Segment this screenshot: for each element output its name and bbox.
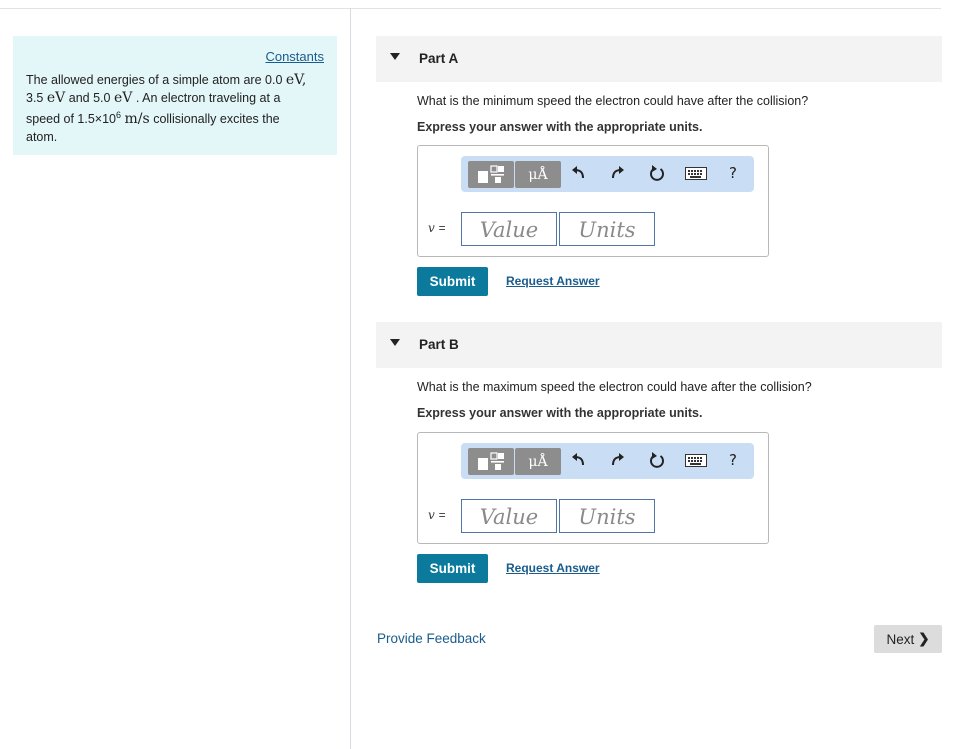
units-input[interactable]: Units (559, 212, 655, 246)
fraction-template-icon (478, 451, 504, 470)
part-b-title: Part B (419, 337, 459, 352)
undo-icon[interactable] (571, 451, 585, 469)
part-b-header[interactable]: Part B (376, 322, 942, 368)
fraction-template-icon (478, 164, 504, 183)
units-button[interactable]: μÅ (515, 161, 561, 188)
units-button[interactable]: μÅ (515, 448, 561, 475)
part-b-instruction: Express your answer with the appropriate… (417, 406, 703, 420)
part-b-answer-box: μÅ ? v = Value Units (417, 432, 769, 544)
part-b-question: What is the maximum speed the electron c… (417, 380, 812, 394)
next-button[interactable]: Next ❯ (874, 625, 942, 653)
collapse-triangle-icon[interactable] (390, 339, 400, 346)
math-toolbar: μÅ ? (461, 156, 754, 192)
keyboard-icon[interactable] (685, 167, 707, 180)
units-input[interactable]: Units (559, 499, 655, 533)
top-rule (0, 8, 941, 9)
variable-label: v = (428, 221, 446, 235)
reset-icon[interactable] (649, 164, 665, 182)
redo-icon[interactable] (611, 451, 625, 469)
part-a-header[interactable]: Part A (376, 36, 942, 82)
templates-button[interactable] (468, 161, 514, 188)
part-a-title: Part A (419, 51, 459, 66)
chevron-right-icon: ❯ (918, 631, 930, 646)
collapse-triangle-icon[interactable] (390, 53, 400, 60)
part-a-question: What is the minimum speed the electron c… (417, 94, 809, 108)
math-toolbar: μÅ ? (461, 443, 754, 479)
templates-button[interactable] (468, 448, 514, 475)
value-input[interactable]: Value (461, 499, 557, 533)
part-b-request-answer-link[interactable]: Request Answer (506, 561, 600, 575)
part-a-instruction: Express your answer with the appropriate… (417, 120, 703, 134)
constants-link[interactable]: Constants (265, 49, 324, 64)
help-button[interactable]: ? (729, 164, 737, 182)
part-a-submit-button[interactable]: Submit (417, 267, 488, 296)
redo-icon[interactable] (611, 164, 625, 182)
undo-icon[interactable] (571, 164, 585, 182)
problem-info-panel: Constants The allowed energies of a simp… (13, 36, 337, 155)
part-b-submit-button[interactable]: Submit (417, 554, 488, 583)
provide-feedback-link[interactable]: Provide Feedback (377, 631, 486, 646)
reset-icon[interactable] (649, 451, 665, 469)
column-divider (350, 8, 351, 749)
help-button[interactable]: ? (729, 451, 737, 469)
part-a-answer-box: μÅ ? v = Value Units (417, 145, 769, 257)
variable-label: v = (428, 508, 446, 522)
part-a-request-answer-link[interactable]: Request Answer (506, 274, 600, 288)
problem-statement: The allowed energies of a simple atom ar… (26, 72, 307, 144)
value-input[interactable]: Value (461, 212, 557, 246)
keyboard-icon[interactable] (685, 454, 707, 467)
